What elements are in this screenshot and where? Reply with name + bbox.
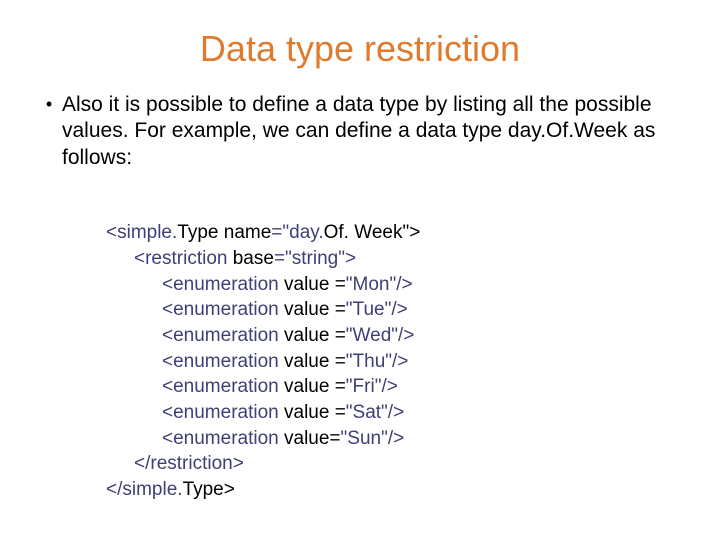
code-line: <enumeration value ="Thu"/> — [106, 349, 408, 375]
code-line: <enumeration value ="Fri"/> — [106, 374, 398, 400]
bullet-dot: • — [40, 92, 62, 117]
slide: Data type restriction • Also it is possi… — [0, 0, 720, 540]
slide-title: Data type restriction — [36, 28, 684, 70]
bullet-item: • Also it is possible to define a data t… — [40, 92, 684, 171]
code-line: <enumeration value ="Sat"/> — [106, 400, 404, 426]
code-line: <simple.Type name="day.Of. Week"> — [106, 222, 420, 243]
code-line: </restriction> — [106, 451, 244, 477]
code-line: <enumeration value ="Wed"/> — [106, 323, 414, 349]
code-line: <restriction base="string"> — [106, 246, 356, 272]
code-line: <enumeration value ="Tue"/> — [106, 297, 408, 323]
bullet-text: Also it is possible to define a data typ… — [62, 92, 684, 171]
code-block: <simple.Type name="day.Of. Week"> <restr… — [106, 195, 684, 528]
code-line: <enumeration value ="Mon"/> — [106, 272, 413, 298]
code-line: </simple.Type> — [106, 479, 235, 500]
code-line: <enumeration value="Sun"/> — [106, 426, 404, 452]
